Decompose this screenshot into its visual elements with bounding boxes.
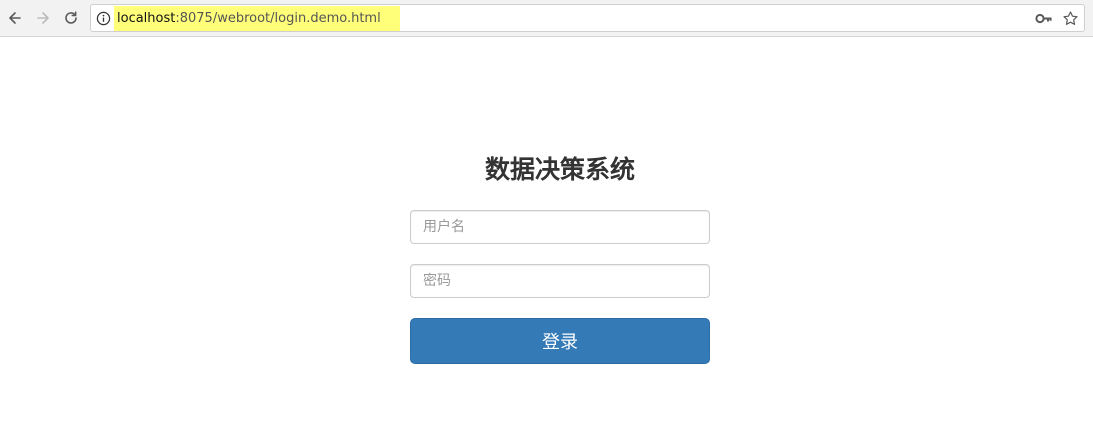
username-input[interactable] xyxy=(410,210,710,244)
arrow-left-icon xyxy=(9,12,21,24)
address-bar[interactable]: localhost:8075/webroot/login.demo.html xyxy=(90,4,1085,32)
info-icon[interactable] xyxy=(96,11,111,26)
password-input[interactable] xyxy=(410,264,710,298)
browser-toolbar: localhost:8075/webroot/login.demo.html xyxy=(0,0,1093,37)
reload-button[interactable] xyxy=(59,6,83,30)
star-icon[interactable] xyxy=(1062,10,1079,27)
login-button[interactable]: 登录 xyxy=(410,318,710,364)
back-button[interactable] xyxy=(3,6,27,30)
forward-button[interactable] xyxy=(31,6,55,30)
url-host: localhost xyxy=(117,11,176,26)
arrow-right-icon xyxy=(37,12,49,24)
url-text[interactable]: localhost:8075/webroot/login.demo.html xyxy=(117,10,381,27)
page-title: 数据决策系统 xyxy=(484,155,635,184)
url-path: :8075/webroot/login.demo.html xyxy=(175,11,381,26)
key-icon[interactable] xyxy=(1035,11,1053,26)
reload-icon xyxy=(65,11,77,24)
